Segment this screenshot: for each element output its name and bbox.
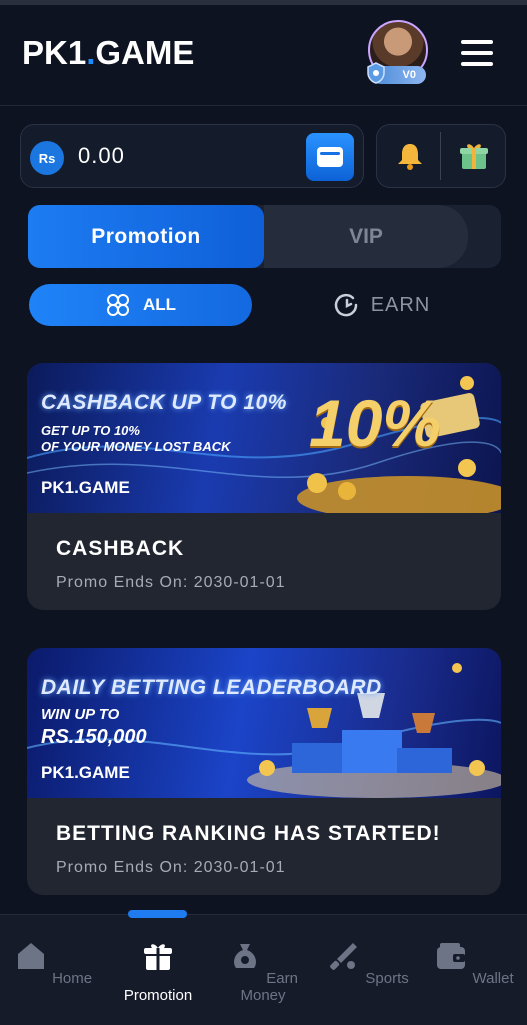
nav-sports[interactable]: Sports [318, 939, 418, 987]
hamburger-menu-icon[interactable] [461, 40, 493, 68]
filter-all-button[interactable]: ALL [29, 284, 252, 326]
side-box-divider [440, 132, 441, 180]
cricket-icon [330, 943, 358, 970]
rupee-icon: Rs [30, 141, 64, 175]
nav-earn-money[interactable]: Earn Money [213, 939, 313, 1004]
top-bar-line [0, 0, 527, 5]
wallet-card-icon [317, 147, 343, 167]
header-divider [0, 105, 527, 106]
leaderboard-banner-logo: PK1.GAME [41, 763, 130, 782]
gift-icon [144, 944, 172, 970]
cashback-banner-percent: 10% [309, 386, 442, 460]
cashback-banner-heading: CASHBACK UP TO 10% [41, 391, 287, 414]
nav-promotion-label: Promotion [123, 987, 193, 1004]
cashback-banner-logo: PK1.GAME [41, 478, 130, 497]
gift-icon[interactable] [458, 140, 490, 172]
wallet-icon [437, 943, 466, 969]
nav-sports-label: Sports [365, 970, 409, 987]
promo-end-date: Promo Ends On: 2030-01-01 [56, 574, 286, 591]
leaderboard-banner-prize: RS.150,000 [41, 726, 147, 748]
promo-card-cashback[interactable]: CASHBACK UP TO 10% GET UP TO 10% OF YOUR… [27, 363, 501, 610]
promo-title: CASHBACK [56, 537, 185, 560]
brand-logo[interactable]: PK1.GAME [22, 34, 194, 72]
filter-earn-button[interactable]: EARN [270, 284, 493, 326]
leaderboard-banner[interactable]: DAILY BETTING LEADERBOARD WIN UP TO RS.1… [27, 648, 501, 798]
nav-wallet[interactable]: Wallet [424, 939, 524, 987]
refresh-icon [334, 293, 357, 317]
promo-title: BETTING RANKING HAS STARTED! [56, 822, 441, 845]
grid-icon [106, 294, 129, 316]
filter-earn-label: EARN [370, 293, 431, 316]
cashback-banner[interactable]: CASHBACK UP TO 10% GET UP TO 10% OF YOUR… [27, 363, 501, 513]
promo-card-leaderboard[interactable]: DAILY BETTING LEADERBOARD WIN UP TO RS.1… [27, 648, 501, 895]
nav-earn-money-label: Earn Money [240, 970, 298, 1004]
leaderboard-banner-heading: DAILY BETTING LEADERBOARD [41, 676, 382, 699]
cashback-banner-sub2: OF YOUR MONEY LOST BACK [41, 439, 231, 454]
nav-home-label: Home [52, 970, 93, 987]
tab-promotion[interactable]: Promotion [28, 205, 264, 268]
cashback-banner-sub1: GET UP TO 10% [41, 423, 140, 438]
filter-all-label: ALL [142, 295, 177, 314]
money-bag-icon [234, 944, 257, 968]
balance-amount: 0.00 [78, 143, 125, 168]
nav-promotion[interactable]: Promotion [108, 939, 208, 1004]
nav-wallet-label: Wallet [472, 970, 514, 987]
bottom-navigation: Home Promotion Earn Money Sports Wallet [0, 914, 527, 1025]
nav-home[interactable]: Home [3, 939, 103, 987]
nav-active-indicator [128, 910, 187, 918]
bell-icon[interactable] [394, 140, 426, 172]
tab-vip[interactable]: VIP [264, 205, 468, 268]
vip-shield-icon [367, 62, 385, 84]
promo-end-date: Promo Ends On: 2030-01-01 [56, 859, 286, 876]
leaderboard-banner-sub1: WIN UP TO [41, 706, 120, 723]
wallet-button[interactable] [306, 133, 354, 181]
home-icon [17, 943, 44, 969]
